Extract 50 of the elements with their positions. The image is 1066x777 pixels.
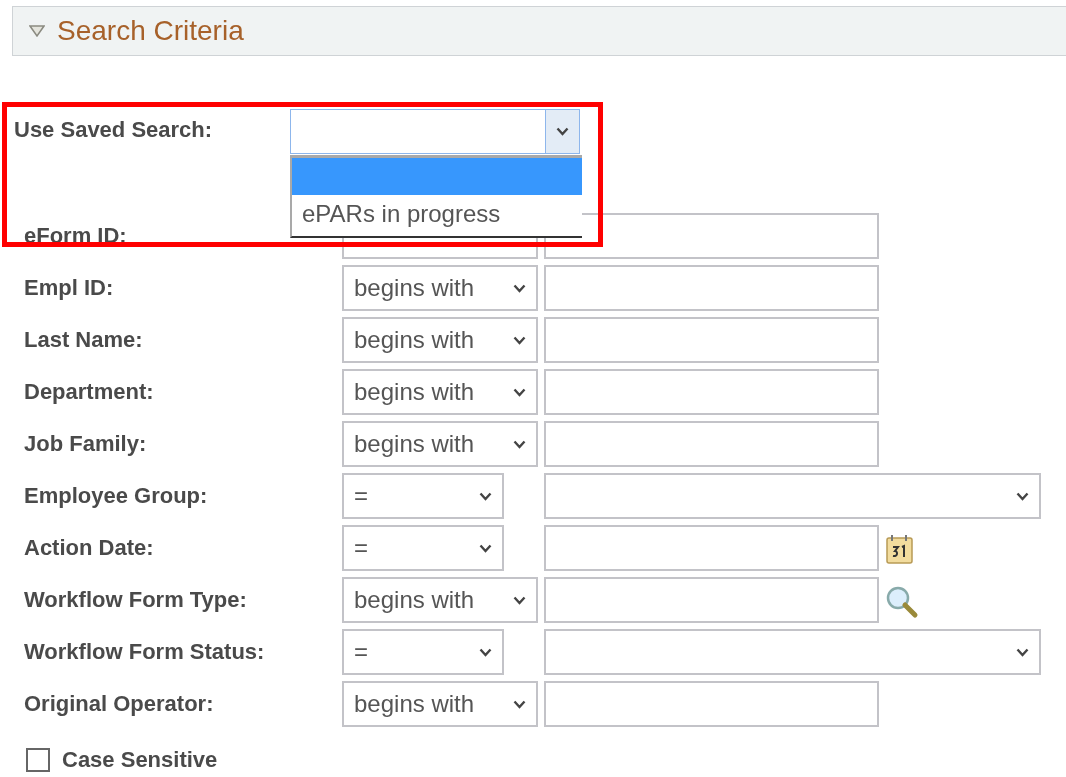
field-label: Job Family: — [23, 430, 148, 457]
caret-icon — [556, 127, 569, 136]
operator-dropdown[interactable]: begins with — [342, 681, 538, 727]
caret-icon — [479, 543, 492, 553]
dropdown-option[interactable]: ePARs in progress — [292, 195, 582, 232]
section-title: Search Criteria — [57, 15, 244, 47]
value-field[interactable] — [544, 265, 879, 311]
operator-dropdown[interactable]: = — [342, 525, 504, 571]
caret-icon — [513, 387, 526, 397]
field-label: Action Date: — [23, 534, 155, 561]
value-field[interactable] — [544, 213, 879, 259]
caret-icon — [513, 439, 526, 449]
field-label: Workflow Form Type: — [23, 586, 248, 613]
field-label: Empl ID: — [23, 274, 115, 301]
field-label: Use Saved Search: — [14, 116, 214, 143]
operator-dropdown[interactable]: begins with — [342, 369, 538, 415]
caret-icon — [479, 647, 492, 657]
value-field[interactable] — [544, 369, 879, 415]
operator-dropdown[interactable]: = — [342, 629, 504, 675]
checkbox[interactable] — [26, 748, 50, 772]
operator-dropdown[interactable]: begins with — [342, 577, 538, 623]
caret-icon — [1016, 491, 1029, 501]
value-field[interactable] — [544, 525, 879, 571]
field-label: Last Name: — [23, 326, 144, 353]
operator-dropdown[interactable]: begins with — [342, 421, 538, 467]
field-label: Department: — [23, 378, 155, 405]
caret-icon — [513, 595, 526, 605]
calendar-icon[interactable] — [885, 533, 915, 565]
value-field[interactable] — [544, 421, 879, 467]
caret-icon — [513, 335, 526, 345]
caret-icon — [513, 283, 526, 293]
value-dropdown[interactable] — [544, 629, 1041, 675]
caret-icon — [479, 491, 492, 501]
section-header[interactable]: Search Criteria — [12, 6, 1066, 56]
caret-icon — [513, 699, 526, 709]
value-field[interactable] — [544, 317, 879, 363]
field-label: Workflow Form Status: — [23, 638, 266, 665]
dropdown-option[interactable] — [292, 158, 582, 195]
field-label: Original Operator: — [23, 690, 215, 717]
operator-dropdown[interactable]: = — [342, 473, 504, 519]
value-field[interactable] — [544, 577, 879, 623]
caret-icon — [1016, 647, 1029, 657]
saved-search-dropdown[interactable] — [290, 109, 580, 154]
operator-dropdown[interactable]: begins with — [342, 317, 538, 363]
value-field[interactable] — [544, 681, 879, 727]
operator-dropdown[interactable]: begins with — [342, 265, 538, 311]
value-dropdown[interactable] — [544, 473, 1041, 519]
checkbox-label: Case Sensitive — [62, 747, 218, 773]
search-icon[interactable] — [885, 585, 919, 619]
field-label: Employee Group: — [23, 482, 209, 509]
